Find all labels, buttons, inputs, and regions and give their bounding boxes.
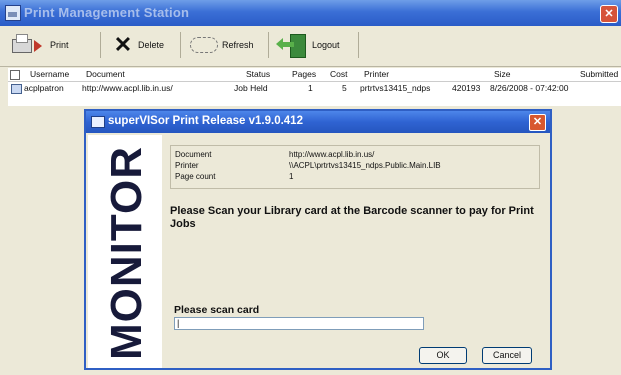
card-scan-input[interactable]: | — [174, 317, 424, 330]
cancel-button[interactable]: Cancel — [482, 347, 532, 364]
monitor-logo-text: MONITOR — [102, 146, 151, 360]
toolbar-separator — [268, 32, 269, 58]
list-header: Username Document Status Pages Cost Prin… — [8, 68, 621, 82]
column-header-cost[interactable]: Cost — [330, 69, 347, 79]
row-printer: prtrtvs13415_ndps — [360, 83, 431, 93]
column-header-submitted[interactable]: Submitted — [580, 69, 618, 79]
dialog-titlebar[interactable]: superVISor Print Release v1.9.0.412 ✕ — [86, 111, 550, 133]
column-header-document[interactable]: Document — [86, 69, 125, 79]
row-size: 420193 — [452, 83, 481, 93]
table-row[interactable]: acplpatron http://www.acpl.lib.in.us/ Jo… — [8, 82, 621, 95]
page-count-label: Page count — [175, 172, 216, 181]
toolbar-separator — [180, 32, 181, 58]
door-exit-icon — [276, 32, 308, 58]
print-release-dialog: superVISor Print Release v1.9.0.412 ✕ MO… — [84, 109, 552, 370]
window-titlebar[interactable]: Print Management Station ✕ — [0, 0, 621, 26]
refresh-icon — [190, 37, 218, 53]
scan-card-label: Please scan card — [174, 304, 260, 316]
dialog-app-icon — [91, 116, 105, 128]
page-count-value: 1 — [289, 172, 294, 181]
row-cost: 5 — [342, 83, 347, 93]
column-header-size[interactable]: Size — [494, 69, 511, 79]
logout-button[interactable]: Logout — [276, 30, 340, 60]
x-icon: ✕ — [113, 32, 133, 57]
document-label: Document — [175, 150, 212, 159]
select-all-checkbox[interactable] — [10, 70, 20, 80]
window-title: Print Management Station — [24, 5, 190, 20]
toolbar: Print ✕ Delete Refresh Logout — [0, 26, 621, 67]
brand-panel: MONITOR — [88, 135, 162, 368]
printer-label: Printer — [175, 161, 199, 170]
dialog-close-button[interactable]: ✕ — [529, 114, 546, 131]
column-header-username[interactable]: Username — [30, 69, 69, 79]
delete-button[interactable]: ✕ Delete — [112, 30, 164, 60]
refresh-button[interactable]: Refresh — [190, 30, 254, 60]
toolbar-separator — [100, 32, 101, 58]
ok-button[interactable]: OK — [419, 347, 467, 364]
refresh-label: Refresh — [222, 40, 254, 50]
printer-arrow-icon — [10, 33, 46, 57]
window-close-button[interactable]: ✕ — [600, 5, 618, 23]
print-button[interactable]: Print — [10, 30, 69, 60]
document-value: http://www.acpl.lib.in.us/ — [289, 150, 375, 159]
row-submitted: 8/26/2008 - 07:42:00 — [490, 83, 569, 93]
logout-label: Logout — [312, 40, 340, 50]
print-job-list: Username Document Status Pages Cost Prin… — [8, 68, 621, 106]
job-icon — [11, 84, 22, 94]
scan-instruction: Please Scan your Library card at the Bar… — [170, 205, 534, 230]
toolbar-separator — [358, 32, 359, 58]
job-info-box: Document http://www.acpl.lib.in.us/ Prin… — [170, 145, 540, 189]
row-status: Job Held — [234, 83, 268, 93]
print-label: Print — [50, 40, 69, 50]
row-document: http://www.acpl.lib.in.us/ — [82, 83, 173, 93]
printer-value: \\ACPL\prtrtvs13415_ndps.Public.Main.LIB — [289, 161, 441, 170]
dialog-title: superVISor Print Release v1.9.0.412 — [108, 115, 303, 127]
row-pages: 1 — [308, 83, 313, 93]
app-icon — [5, 5, 21, 21]
delete-label: Delete — [138, 40, 165, 50]
print-management-window: Print Management Station ✕ Print ✕ Delet… — [0, 0, 621, 375]
column-header-pages[interactable]: Pages — [292, 69, 316, 79]
row-username: acplpatron — [24, 83, 64, 93]
column-header-printer[interactable]: Printer — [364, 69, 389, 79]
column-header-status[interactable]: Status — [246, 69, 270, 79]
